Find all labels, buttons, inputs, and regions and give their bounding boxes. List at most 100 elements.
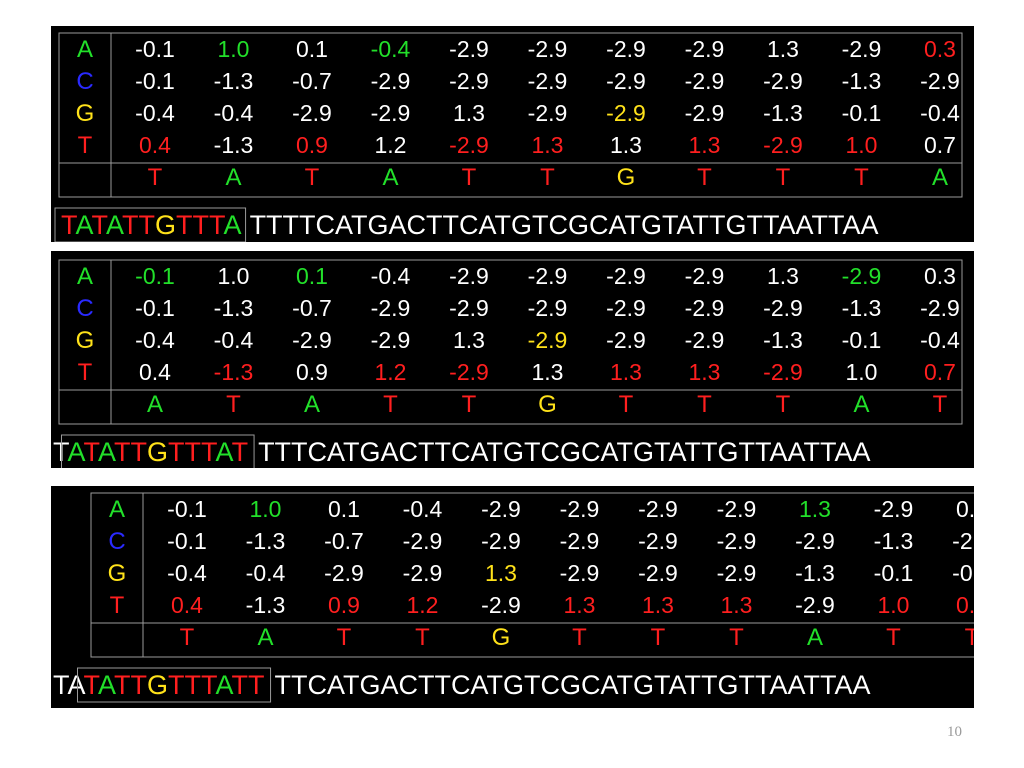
matrix-cell: 0.3 — [924, 263, 956, 289]
matrix-cell: -2.9 — [606, 327, 646, 353]
matrix-cell: -2.9 — [763, 359, 803, 385]
matrix-cell: 1.0 — [878, 592, 910, 618]
matrix-cell: -0.7 — [292, 295, 332, 321]
window-letter: T — [965, 624, 974, 651]
matrix-cell: 1.0 — [218, 36, 250, 62]
row-label-C: C — [76, 295, 93, 322]
matrix-cell: -1.3 — [795, 560, 835, 586]
window-base: G — [147, 670, 168, 700]
matrix-cell: 0.9 — [296, 359, 328, 385]
matrix-cell: 1.0 — [846, 132, 878, 158]
window-letter: T — [697, 164, 712, 191]
matrix-cell: -2.9 — [371, 295, 411, 321]
window-letter: T — [540, 164, 555, 191]
matrix-cell: -2.9 — [638, 528, 678, 554]
window-base: T — [185, 670, 202, 700]
matrix-cell: -1.3 — [214, 359, 254, 385]
matrix-cell: 1.2 — [375, 359, 407, 385]
matrix-cell: 1.3 — [485, 560, 517, 586]
sequence-suffix: TTTCATGACTTCATGTCGCATGTATTGTTAATTAA — [258, 437, 870, 467]
matrix-cell: -2.9 — [717, 560, 757, 586]
window-letter: T — [226, 391, 241, 418]
matrix-cell: -0.1 — [842, 327, 882, 353]
matrix-cell: -2.9 — [638, 560, 678, 586]
matrix-cell: -2.9 — [528, 68, 568, 94]
matrix-cell: -2.9 — [685, 100, 725, 126]
row-label-C: C — [76, 68, 93, 95]
matrix-cell: -2.9 — [763, 68, 803, 94]
row-label-C: C — [108, 528, 125, 555]
matrix-cell: -0.1 — [167, 528, 207, 554]
matrix-cell: -2.9 — [685, 327, 725, 353]
matrix-cell: -0.4 — [214, 100, 254, 126]
matrix-cell: -2.9 — [717, 528, 757, 554]
window-letter: T — [776, 391, 791, 418]
matrix-cell: -2.9 — [685, 295, 725, 321]
matrix-cell: 0.1 — [296, 36, 328, 62]
sequence-prefix: TA — [53, 670, 85, 700]
window-letter: T — [651, 624, 666, 651]
matrix-cell: -2.9 — [292, 327, 332, 353]
scan-panel-2: A -0.1 1.0 0.1 -0.4 -2.9 -2.9 -2.9 -2.9 1.3 -2.9 0.… — [51, 251, 974, 468]
matrix-cell: -0.4 — [246, 560, 286, 586]
matrix-cell: -1.3 — [246, 528, 286, 554]
row-label-A: A — [77, 36, 93, 63]
matrix-cell: -2.9 — [528, 100, 568, 126]
sequence-line: TATATTGTTTATTTTCATGACTTCATGTCGCATGTATTGT… — [53, 437, 871, 467]
window-letter: T — [383, 391, 398, 418]
matrix-cell: -2.9 — [403, 528, 443, 554]
matrix-cell: 0.7 — [924, 132, 956, 158]
window-letter: A — [147, 391, 163, 418]
row-label-G: G — [76, 100, 95, 127]
window-letter: T — [462, 164, 477, 191]
matrix-cell: -2.9 — [292, 100, 332, 126]
matrix-cell: -2.9 — [685, 68, 725, 94]
row-label-T: T — [78, 359, 93, 386]
matrix-cell: 1.3 — [532, 359, 564, 385]
matrix-cell: -0.1 — [167, 496, 207, 522]
window-letter: A — [853, 391, 869, 418]
matrix-cell: -2.9 — [606, 36, 646, 62]
matrix-cell: -2.9 — [481, 528, 521, 554]
window-letter: A — [382, 164, 398, 191]
window-base: T — [248, 670, 265, 700]
window-base: T — [185, 437, 202, 467]
matrix-cell: -2.9 — [528, 36, 568, 62]
window-base: T — [168, 437, 185, 467]
window-letter: T — [886, 624, 901, 651]
sequence-suffix: TTTTCATGACTTCATGTCGCATGTATTGTTAATTAA — [250, 210, 879, 240]
window-letter: A — [225, 164, 241, 191]
matrix-cell: 0.4 — [139, 359, 171, 385]
matrix-svg-1: A -0.1 1.0 0.1 -0.4 -2.9 -2.9 -2.9 -2.9 1.3 -2.9 0.… — [54, 32, 963, 242]
matrix-cell: 1.0 — [846, 359, 878, 385]
window-base: G — [155, 210, 176, 240]
window-base: T — [131, 437, 148, 467]
matrix-cell: -2.9 — [606, 263, 646, 289]
matrix-cell: 0.1 — [296, 263, 328, 289]
matrix-cell: -0.4 — [403, 496, 443, 522]
matrix-cell: 1.3 — [767, 36, 799, 62]
matrix-cell: 1.3 — [689, 359, 721, 385]
matrix-cell: -0.4 — [214, 327, 254, 353]
matrix-cell: 0.3 — [956, 496, 974, 522]
matrix-cell: 1.3 — [799, 496, 831, 522]
matrix-cell: -1.3 — [214, 295, 254, 321]
matrix-cell: -0.4 — [920, 327, 960, 353]
scan-panel-1: A -0.1 1.0 0.1 -0.4 -2.9 -2.9 -2.9 -2.9 1.3 -2.9 0.… — [51, 26, 974, 242]
matrix-cell: -0.1 — [874, 560, 914, 586]
matrix-cell: -2.9 — [371, 68, 411, 94]
matrix-cell: 1.3 — [610, 132, 642, 158]
matrix-cell: 0.1 — [328, 496, 360, 522]
matrix-cell: -0.4 — [135, 327, 175, 353]
matrix-cell: -2.9 — [371, 327, 411, 353]
matrix-cell: -2.9 — [842, 36, 882, 62]
window-base: T — [232, 437, 249, 467]
matrix-border — [58, 259, 963, 425]
matrix-cell: 0.7 — [956, 592, 974, 618]
window-letter: T — [697, 391, 712, 418]
matrix-border — [58, 32, 963, 198]
window-base: T — [131, 670, 148, 700]
window-letter: T — [776, 164, 791, 191]
window-letter: A — [807, 624, 823, 651]
window-base: A — [224, 210, 242, 240]
